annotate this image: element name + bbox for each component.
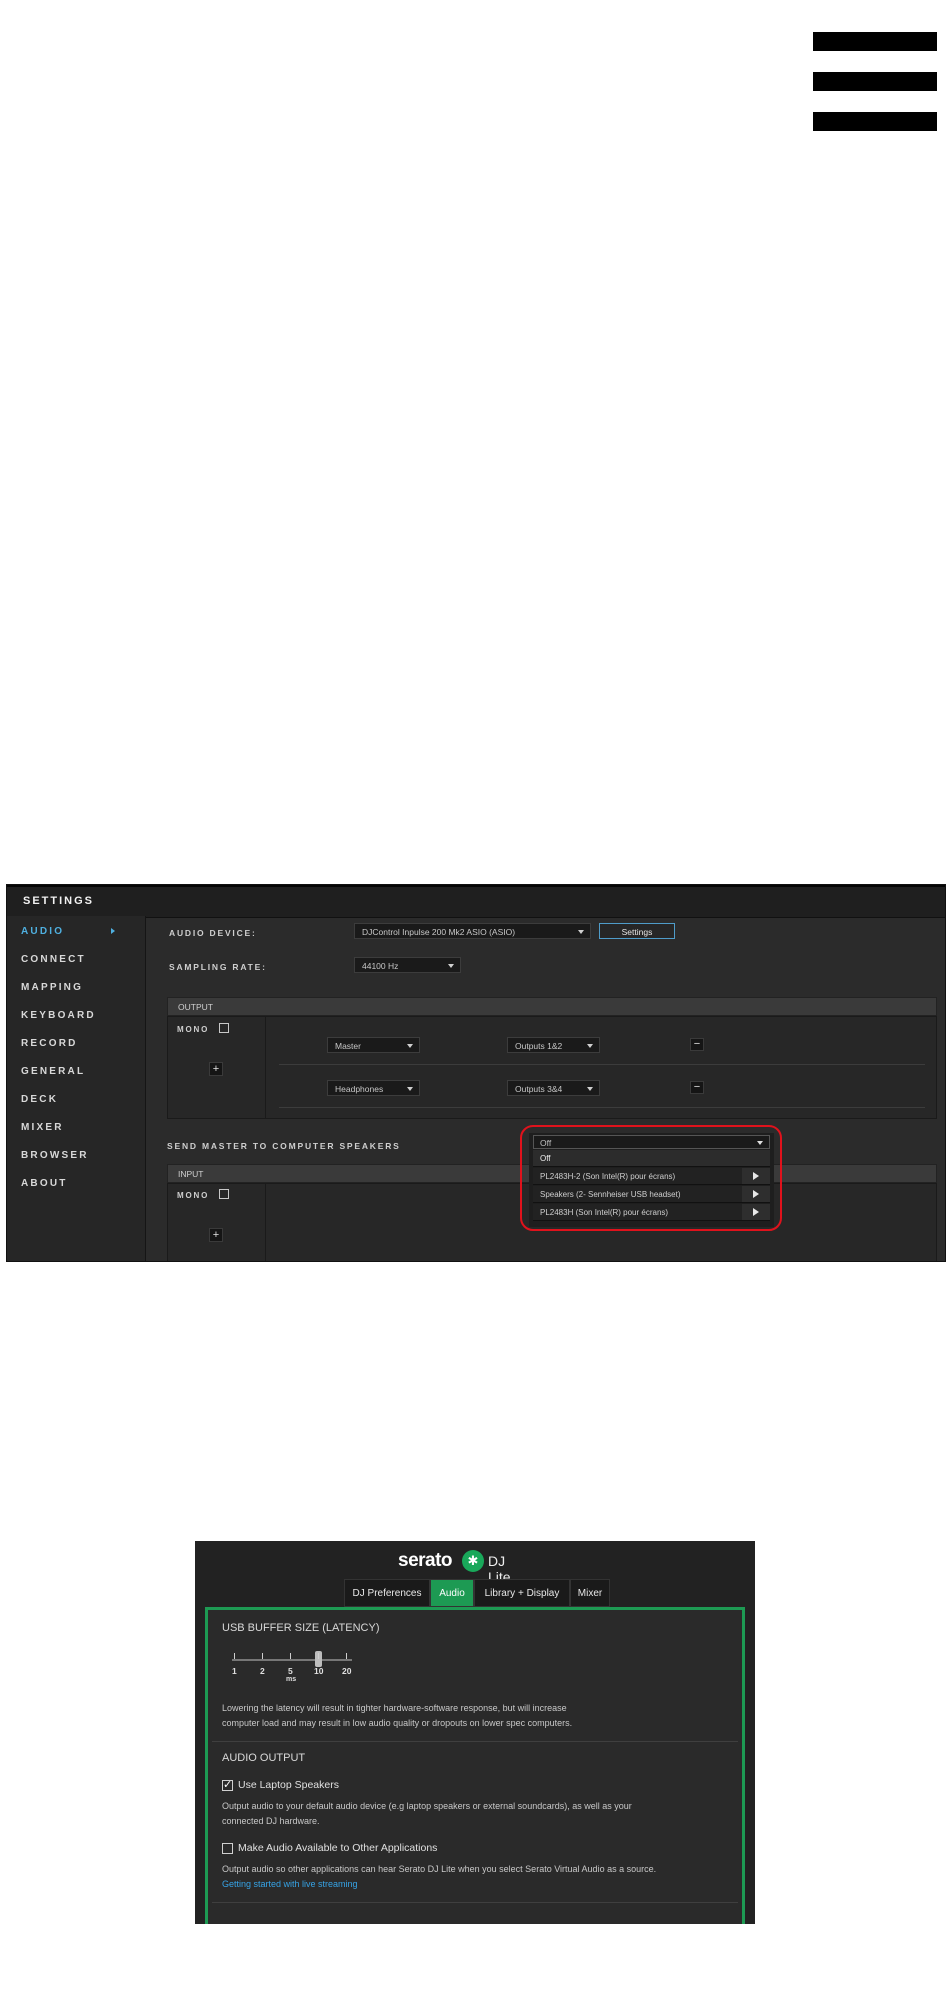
input-mono-label: MONO	[177, 1191, 210, 1200]
sidebar-item-mixer[interactable]: MIXER	[21, 1122, 64, 1133]
audio-output-title: AUDIO OUTPUT	[222, 1752, 306, 1764]
output-section-body	[167, 1016, 937, 1119]
hamburger-menu-icon[interactable]	[813, 32, 937, 132]
tab-audio[interactable]: Audio	[430, 1579, 474, 1607]
output-routing-select[interactable]: Outputs 3&4	[507, 1080, 600, 1096]
remove-output-button[interactable]: −	[690, 1081, 704, 1094]
tick-label: 5	[288, 1666, 293, 1676]
output-channel-select[interactable]: Master	[327, 1037, 420, 1053]
sidebar-item-about[interactable]: ABOUT	[21, 1178, 68, 1189]
highlight-outline	[520, 1125, 782, 1231]
dj-lite-panel: serato ✱ DJ Lite DJ Preferences Audio Li…	[195, 1541, 755, 1924]
sidebar-item-record[interactable]: RECORD	[21, 1038, 78, 1049]
make-audio-available-label[interactable]: Make Audio Available to Other Applicatio…	[238, 1842, 437, 1854]
use-laptop-description: Output audio to your default audio devic…	[222, 1801, 632, 1811]
chevron-down-icon	[407, 1087, 413, 1091]
sidebar-item-mapping[interactable]: MAPPING	[21, 982, 83, 993]
use-laptop-speakers-label[interactable]: Use Laptop Speakers	[238, 1779, 339, 1791]
unit-label: ms	[286, 1676, 297, 1683]
tick-label: 2	[260, 1666, 265, 1676]
sampling-rate-value: 44100 Hz	[362, 961, 399, 971]
make-audio-available-description: Output audio so other applications can h…	[222, 1864, 657, 1874]
usb-buffer-description: computer load and may result in low audi…	[222, 1718, 573, 1728]
audio-device-settings-button[interactable]: Settings	[599, 923, 675, 939]
sidebar-item-browser[interactable]: BROWSER	[21, 1150, 89, 1161]
chevron-down-icon	[587, 1044, 593, 1048]
output-routing-value: Outputs 3&4	[515, 1084, 563, 1094]
make-audio-available-checkbox[interactable]	[222, 1843, 233, 1854]
slider-tick	[318, 1653, 319, 1659]
sidebar-item-audio[interactable]: AUDIO	[21, 926, 64, 937]
input-divider	[265, 1183, 266, 1261]
chevron-down-icon	[448, 964, 454, 968]
use-laptop-speakers-checkbox[interactable]: ✓	[222, 1780, 233, 1791]
slider-tick	[262, 1653, 263, 1659]
slider-tick	[346, 1653, 347, 1659]
tab-library-display[interactable]: Library + Display	[474, 1579, 570, 1607]
audio-device-value: DJControl Inpulse 200 Mk2 ASIO (ASIO)	[362, 927, 516, 937]
menu-bar	[813, 112, 937, 131]
usb-buffer-section: USB BUFFER SIZE (LATENCY) 1 2 5 10 20 ms…	[212, 1613, 738, 1742]
output-mono-label: MONO	[177, 1025, 210, 1034]
output-routing-value: Outputs 1&2	[515, 1041, 563, 1051]
output-channel-value: Master	[335, 1041, 361, 1051]
audio-output-section: AUDIO OUTPUT ✓ Use Laptop Speakers Outpu…	[212, 1742, 738, 1903]
sampling-rate-select[interactable]: 44100 Hz	[354, 957, 461, 973]
chevron-down-icon	[407, 1044, 413, 1048]
audio-device-label: AUDIO DEVICE:	[169, 928, 257, 938]
chevron-down-icon	[578, 930, 584, 934]
output-routing-select[interactable]: Outputs 1&2	[507, 1037, 600, 1053]
serato-logo-icon: ✱	[462, 1550, 484, 1572]
chevron-down-icon	[587, 1087, 593, 1091]
slider-tick	[234, 1653, 235, 1659]
output-divider	[265, 1016, 266, 1119]
serato-wordmark: serato	[398, 1550, 453, 1571]
settings-header: SETTINGS	[7, 885, 945, 918]
latency-slider-track[interactable]	[232, 1659, 352, 1661]
slider-tick	[290, 1653, 291, 1659]
settings-title: SETTINGS	[23, 895, 95, 907]
tick-label: 10	[314, 1666, 324, 1676]
tab-dj-preferences[interactable]: DJ Preferences	[344, 1579, 430, 1607]
use-laptop-description: connected DJ hardware.	[222, 1816, 320, 1826]
output-channel-value: Headphones	[335, 1084, 384, 1094]
audio-settings-frame: USB BUFFER SIZE (LATENCY) 1 2 5 10 20 ms…	[205, 1607, 745, 1924]
row-divider	[279, 1107, 925, 1108]
remove-output-button[interactable]: −	[690, 1038, 704, 1051]
tick-label: 20	[342, 1666, 352, 1676]
sidebar-item-connect[interactable]: CONNECT	[21, 954, 86, 965]
sidebar-item-keyboard[interactable]: KEYBOARD	[21, 1010, 96, 1021]
input-mono-checkbox[interactable]	[219, 1189, 229, 1199]
tab-mixer[interactable]: Mixer	[570, 1579, 610, 1607]
sampling-rate-label: SAMPLING RATE:	[169, 962, 267, 972]
settings-sidebar: AUDIO CONNECT MAPPING KEYBOARD RECORD GE…	[7, 916, 146, 1261]
usb-buffer-description: Lowering the latency will result in tigh…	[222, 1703, 567, 1713]
menu-bar	[813, 72, 937, 91]
row-divider	[279, 1064, 925, 1065]
audio-device-select[interactable]: DJControl Inpulse 200 Mk2 ASIO (ASIO)	[354, 923, 591, 939]
output-mono-checkbox[interactable]	[219, 1023, 229, 1033]
menu-bar	[813, 32, 937, 51]
live-streaming-link[interactable]: Getting started with live streaming	[222, 1877, 358, 1892]
sidebar-item-deck[interactable]: DECK	[21, 1094, 58, 1105]
active-arrow-icon	[111, 928, 115, 934]
send-master-label: SEND MASTER TO COMPUTER SPEAKERS	[167, 1141, 401, 1151]
output-add-button[interactable]: +	[209, 1062, 223, 1076]
sidebar-item-general[interactable]: GENERAL	[21, 1066, 85, 1077]
input-add-button[interactable]: +	[209, 1228, 223, 1242]
settings-panel: SETTINGS AUDIO CONNECT MAPPING KEYBOARD …	[6, 884, 946, 1262]
output-channel-select[interactable]: Headphones	[327, 1080, 420, 1096]
tick-label: 1	[232, 1666, 237, 1676]
output-section-header: OUTPUT	[167, 997, 937, 1016]
usb-buffer-title: USB BUFFER SIZE (LATENCY)	[222, 1622, 380, 1634]
